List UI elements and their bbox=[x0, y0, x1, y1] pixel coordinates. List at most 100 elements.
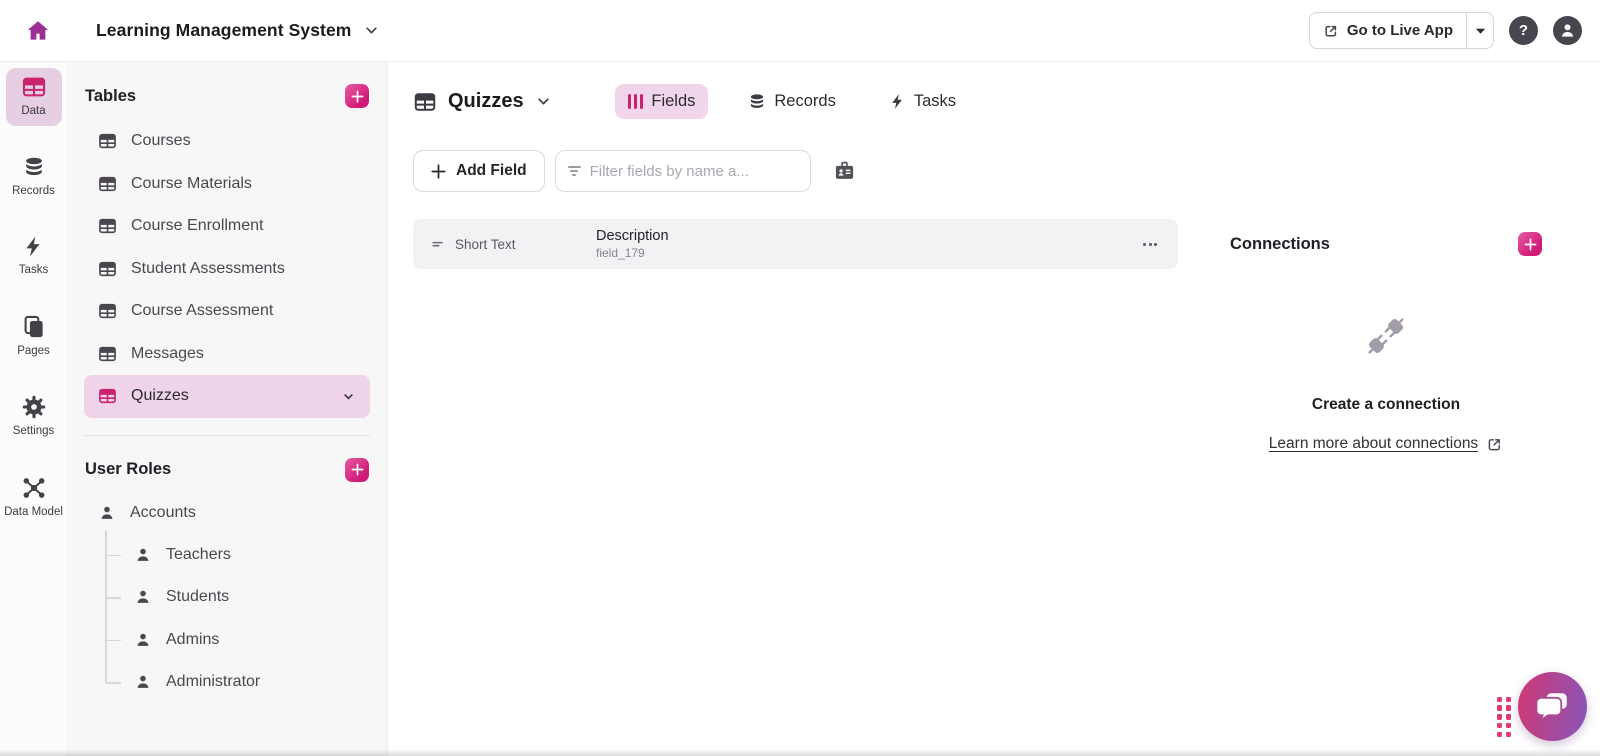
rail-item-settings[interactable]: Settings bbox=[6, 388, 62, 446]
go-to-live-app-label: Go to Live App bbox=[1347, 22, 1453, 39]
disconnected-plug-icon bbox=[1361, 311, 1411, 366]
person-icon bbox=[134, 588, 152, 606]
show-field-keys-icon[interactable] bbox=[834, 161, 855, 181]
table-icon bbox=[98, 217, 117, 235]
home-button[interactable] bbox=[20, 13, 56, 49]
rail-item-data-model[interactable]: Data Model bbox=[4, 469, 64, 527]
table-item-course-enrollment[interactable]: Course Enrollment bbox=[84, 205, 370, 248]
pages-icon bbox=[22, 315, 46, 339]
widget-drag-handle[interactable] bbox=[1497, 697, 1511, 737]
table-icon bbox=[98, 260, 117, 278]
chat-bubbles-icon bbox=[1531, 685, 1575, 729]
role-item-teachers[interactable]: Teachers bbox=[84, 534, 370, 577]
rail-label: Data bbox=[21, 104, 45, 120]
tab-label: Fields bbox=[651, 92, 695, 111]
table-item-label: Messages bbox=[131, 345, 204, 363]
table-title-menu[interactable]: Quizzes bbox=[413, 90, 552, 113]
chevron-down-icon bbox=[363, 22, 380, 39]
lightning-icon bbox=[889, 93, 906, 110]
rail-label: Pages bbox=[17, 344, 50, 360]
question-mark-icon: ? bbox=[1519, 22, 1528, 39]
rail-item-pages[interactable]: Pages bbox=[6, 308, 62, 366]
account-button[interactable] bbox=[1553, 16, 1582, 45]
fields-toolbar: Add Field bbox=[413, 150, 1600, 192]
database-icon bbox=[22, 156, 46, 179]
rail-label: Tasks bbox=[19, 263, 48, 279]
add-field-button[interactable]: Add Field bbox=[413, 150, 545, 192]
gear-icon bbox=[22, 395, 46, 419]
data-model-icon bbox=[22, 476, 46, 500]
connections-empty-state: Create a connection Learn more about con… bbox=[1230, 311, 1542, 453]
tab-label: Tasks bbox=[914, 92, 956, 111]
caret-down-icon bbox=[1475, 27, 1486, 35]
field-name-block: Description field_179 bbox=[596, 228, 669, 260]
learn-more-link-row[interactable]: Learn more about connections bbox=[1269, 435, 1503, 453]
left-rail: Data Records Tasks Pages bbox=[0, 62, 67, 756]
tab-tasks[interactable]: Tasks bbox=[876, 84, 969, 119]
rail-label: Settings bbox=[13, 424, 55, 440]
table-item-label: Quizzes bbox=[131, 387, 189, 405]
table-item-quizzes-selected[interactable]: Quizzes bbox=[84, 375, 370, 418]
table-item-label: Courses bbox=[131, 132, 191, 150]
field-list: Short Text Description field_179 bbox=[413, 219, 1178, 269]
tab-fields[interactable]: Fields bbox=[615, 84, 709, 119]
add-table-button[interactable] bbox=[345, 84, 369, 108]
home-icon bbox=[25, 18, 51, 44]
person-icon bbox=[134, 546, 152, 564]
role-item-administrator[interactable]: Administrator bbox=[84, 661, 370, 704]
columns-icon bbox=[628, 94, 644, 109]
filter-fields-input[interactable] bbox=[590, 163, 798, 180]
tab-records[interactable]: Records bbox=[735, 84, 848, 119]
app-body: Data Records Tasks Pages bbox=[0, 62, 1600, 756]
table-item-messages[interactable]: Messages bbox=[84, 333, 370, 376]
filter-fields-input-wrap bbox=[555, 150, 811, 192]
page-title: Quizzes bbox=[448, 90, 524, 113]
connections-header-row: Connections bbox=[1230, 219, 1542, 269]
fields-and-connections: Short Text Description field_179 Connec bbox=[413, 219, 1600, 453]
go-to-live-app-split-button: Go to Live App bbox=[1309, 12, 1494, 49]
table-item-courses[interactable]: Courses bbox=[84, 120, 370, 163]
rail-item-data[interactable]: Data bbox=[6, 68, 62, 126]
table-icon bbox=[21, 75, 47, 99]
role-item-label: Administrator bbox=[166, 673, 260, 691]
main-header: Quizzes Fields Records bbox=[413, 84, 1600, 119]
app-switcher[interactable]: Learning Management System bbox=[96, 20, 380, 41]
help-button[interactable]: ? bbox=[1509, 16, 1538, 45]
table-item-course-assessment[interactable]: Course Assessment bbox=[84, 290, 370, 333]
learn-more-link[interactable]: Learn more about connections bbox=[1269, 435, 1478, 453]
role-item-accounts[interactable]: Accounts bbox=[84, 492, 370, 534]
table-icon bbox=[98, 175, 117, 193]
go-to-live-app-button[interactable]: Go to Live App bbox=[1310, 13, 1466, 48]
chat-button[interactable] bbox=[1518, 672, 1587, 741]
role-item-students[interactable]: Students bbox=[84, 576, 370, 619]
person-icon bbox=[134, 673, 152, 691]
chevron-down-icon[interactable] bbox=[341, 389, 356, 404]
field-menu-button[interactable] bbox=[1139, 237, 1161, 252]
go-to-live-app-dropdown-button[interactable] bbox=[1466, 13, 1493, 48]
table-icon bbox=[98, 302, 117, 320]
rail-label: Data Model bbox=[4, 505, 63, 521]
table-item-student-assessments[interactable]: Student Assessments bbox=[84, 248, 370, 291]
table-item-label: Course Assessment bbox=[131, 302, 273, 320]
rail-item-tasks[interactable]: Tasks bbox=[6, 228, 62, 285]
topbar-actions: Go to Live App ? bbox=[1309, 12, 1582, 49]
sidebar: Tables Courses Course Materials Course E… bbox=[67, 62, 388, 756]
table-item-label: Course Enrollment bbox=[131, 217, 264, 235]
add-user-role-button[interactable] bbox=[345, 458, 369, 482]
add-field-label: Add Field bbox=[456, 162, 527, 180]
field-row-description[interactable]: Short Text Description field_179 bbox=[413, 219, 1178, 269]
chevron-down-icon bbox=[535, 93, 552, 110]
table-item-label: Student Assessments bbox=[131, 260, 285, 278]
tables-header: Tables bbox=[85, 87, 136, 106]
add-connection-button[interactable] bbox=[1518, 232, 1542, 256]
role-item-admins[interactable]: Admins bbox=[84, 619, 370, 662]
field-name: Description bbox=[596, 228, 669, 244]
plus-icon bbox=[351, 463, 364, 476]
external-link-icon bbox=[1486, 436, 1503, 453]
role-item-label: Teachers bbox=[166, 546, 231, 564]
avatar-icon bbox=[1558, 21, 1577, 40]
top-bar: Learning Management System Go to Live Ap… bbox=[0, 0, 1600, 62]
tab-label: Records bbox=[774, 92, 835, 111]
table-item-course-materials[interactable]: Course Materials bbox=[84, 163, 370, 206]
rail-item-records[interactable]: Records bbox=[6, 149, 62, 206]
